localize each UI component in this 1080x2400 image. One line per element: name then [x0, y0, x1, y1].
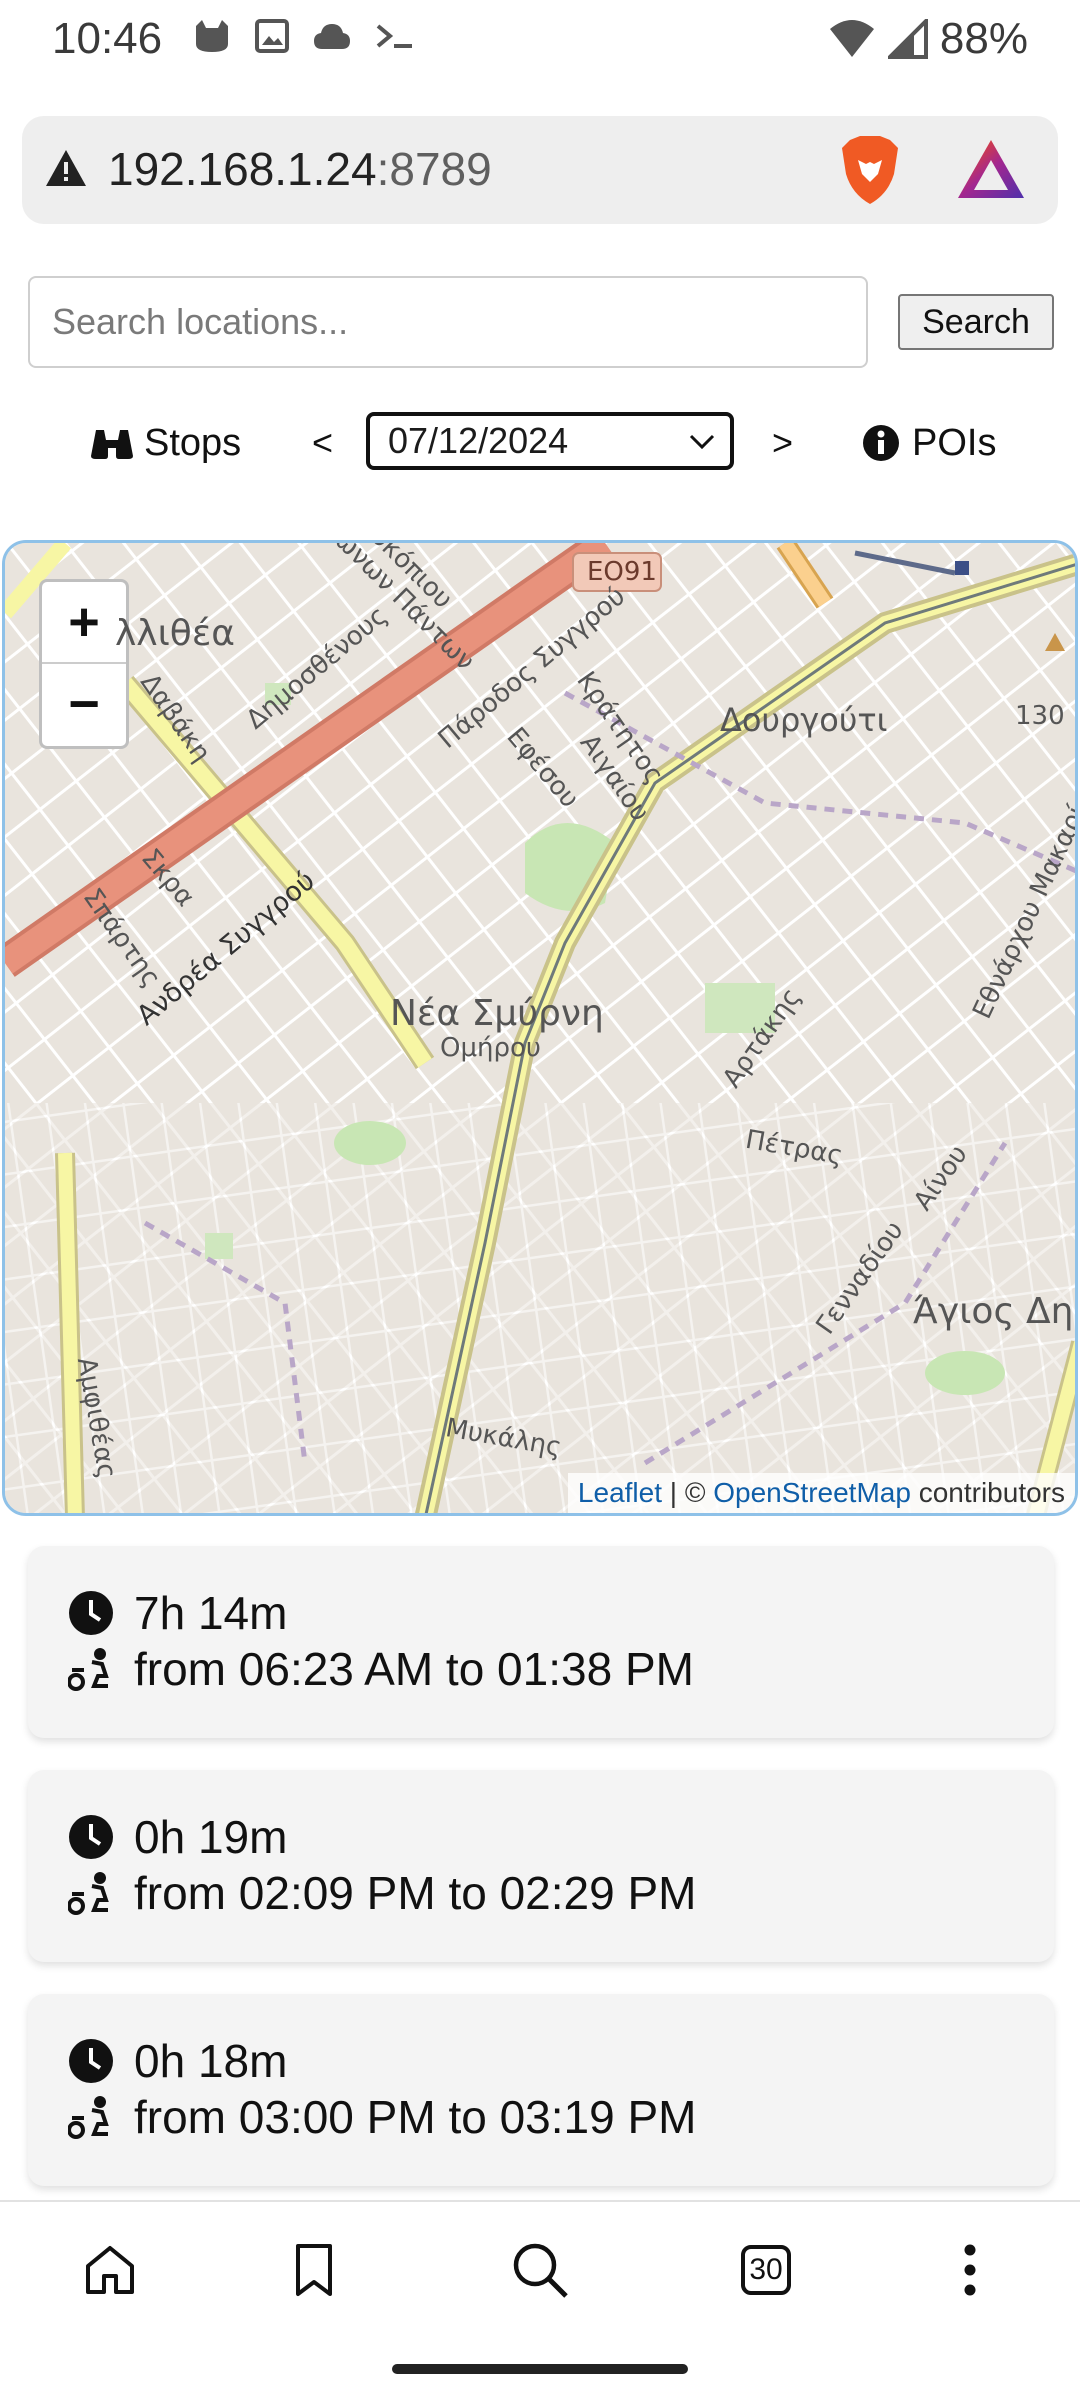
zoom-in-button[interactable]: +	[42, 582, 126, 662]
warning-icon[interactable]	[44, 148, 88, 188]
map-label: ΕΟ91	[587, 557, 657, 587]
home-button[interactable]	[78, 2238, 142, 2302]
controls-row: Stops < 07/12/2024 > POIs	[0, 408, 1080, 478]
pois-label: POIs	[912, 421, 997, 464]
stop-card[interactable]: 0h 19m from 02:09 PM to 02:29 PM	[28, 1770, 1054, 1962]
search-tab-button[interactable]	[508, 2238, 572, 2302]
url-port: :8789	[376, 143, 492, 195]
tabs-count-icon: 30	[741, 2245, 791, 2295]
route-icon	[68, 2096, 109, 2139]
map-label: 130 m	[1015, 701, 1075, 731]
home-indicator[interactable]	[392, 2364, 688, 2374]
map-attribution: Leaflet | © OpenStreetMap contributors	[567, 1473, 1075, 1513]
stop-card[interactable]: 0h 18m from 03:00 PM to 03:19 PM	[28, 1994, 1054, 2186]
bookmarks-button[interactable]	[282, 2238, 346, 2302]
attribution-sep: | ©	[662, 1477, 714, 1508]
status-bar: 10:46 88%	[0, 0, 1080, 80]
zoom-out-button[interactable]: −	[42, 662, 126, 744]
stops-label: Stops	[144, 421, 242, 464]
leaflet-link[interactable]: Leaflet	[578, 1477, 662, 1508]
browser-bottom-bar: 30	[0, 2200, 1080, 2338]
clock-icon	[69, 1815, 113, 1859]
menu-button[interactable]	[938, 2238, 1002, 2302]
clock-icon	[69, 1591, 113, 1635]
brave-rewards-icon[interactable]	[956, 138, 1026, 200]
map-label: Δουργούτι	[720, 701, 888, 739]
stop-card[interactable]: 7h 14m from 06:23 AM to 01:38 PM	[28, 1546, 1054, 1738]
address-bar[interactable]: 192.168.1.24:8789	[22, 116, 1058, 224]
date-select[interactable]: 07/12/2024	[366, 412, 734, 470]
map-label: λλιθέα	[115, 613, 236, 654]
search-icon	[513, 2243, 568, 2298]
attribution-tail: contributors	[910, 1477, 1065, 1508]
binoculars-icon	[91, 430, 133, 459]
chevron-down-icon	[689, 434, 715, 450]
route-icon	[68, 1872, 109, 1915]
map-label: Ομήρου	[440, 1033, 541, 1063]
stop-time-range: from 06:23 AM to 01:38 PM	[134, 1643, 694, 1695]
zoom-control: + −	[39, 579, 129, 749]
terminal-icon	[376, 24, 412, 48]
stop-duration: 7h 14m	[134, 1587, 288, 1639]
brave-shields-icon[interactable]	[838, 134, 902, 206]
more-vert-icon	[964, 2244, 976, 2296]
previous-day-button[interactable]: <	[312, 408, 333, 478]
stop-time-range: from 02:09 PM to 02:29 PM	[134, 1867, 697, 1919]
stops-toggle[interactable]: Stops	[90, 408, 241, 478]
date-value: 07/12/2024	[388, 420, 569, 461]
image-icon	[255, 19, 289, 53]
clock-icon	[69, 2039, 113, 2083]
bookmark-icon	[296, 2244, 332, 2296]
battery-level: 88%	[939, 14, 1028, 63]
url-text[interactable]: 192.168.1.24:8789	[108, 142, 492, 196]
info-icon	[863, 425, 899, 461]
cat-icon	[196, 20, 228, 52]
stop-duration: 0h 19m	[134, 1811, 288, 1863]
signal-icon	[887, 19, 928, 59]
cloud-icon	[314, 24, 350, 49]
pois-toggle[interactable]: POIs	[862, 408, 996, 478]
next-day-button[interactable]: >	[772, 408, 793, 478]
stop-duration: 0h 18m	[134, 2035, 288, 2087]
map-label: Άγιος Δημ	[913, 1291, 1075, 1332]
route-icon	[68, 1648, 109, 1691]
search-button[interactable]: Search	[898, 294, 1054, 350]
tabs-button[interactable]: 30	[734, 2238, 798, 2302]
wifi-icon	[829, 20, 874, 57]
home-icon	[86, 2246, 134, 2294]
openstreetmap-link[interactable]: OpenStreetMap	[713, 1477, 911, 1508]
stop-time-range: from 03:00 PM to 03:19 PM	[134, 2091, 697, 2143]
search-input[interactable]	[28, 276, 868, 368]
tabs-count: 30	[749, 2253, 783, 2286]
url-host: 192.168.1.24	[108, 143, 377, 195]
map-label: Νέα Σμύρνη	[390, 993, 604, 1034]
map-view[interactable]: + − λλιθέα Δαβάκη Δημοσθένους ιώνων Πάντ…	[2, 540, 1078, 1516]
status-time: 10:46	[52, 14, 163, 63]
